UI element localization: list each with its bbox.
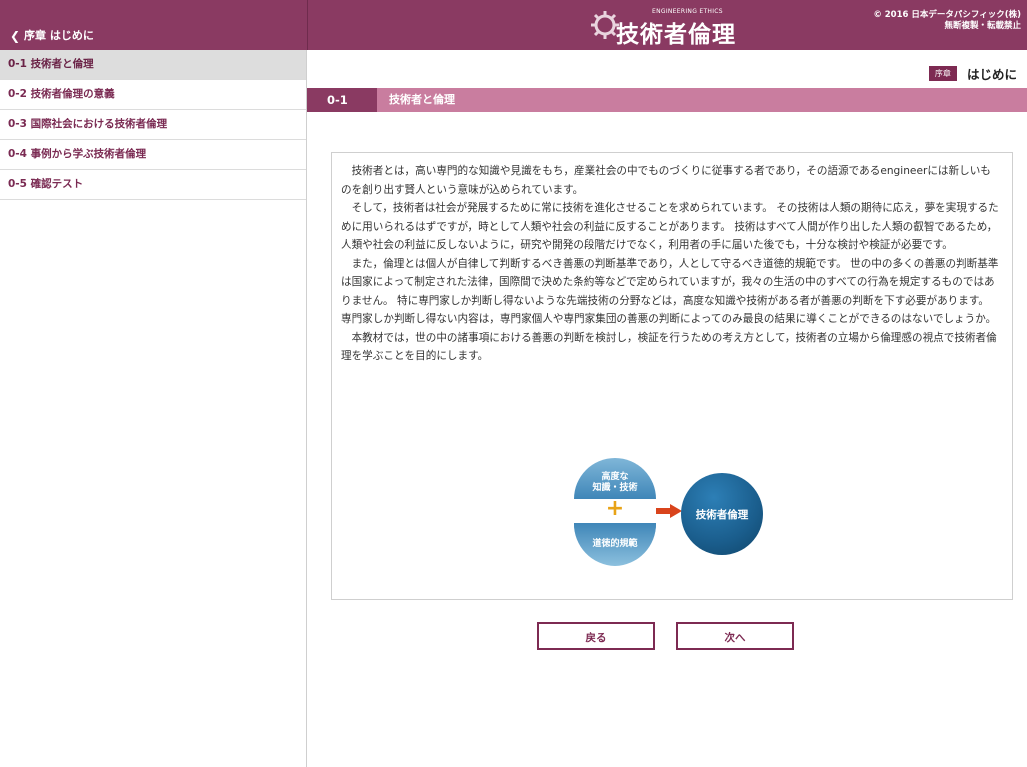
sidebar-item-0-5[interactable]: 0-5 確認テスト xyxy=(0,170,306,200)
logo: ENGINEERING ETHICS 技術者倫理 xyxy=(590,2,740,48)
sidebar-item-0-2[interactable]: 0-2 技術者倫理の意義 xyxy=(0,80,306,110)
chevron-left-icon: ❮ xyxy=(10,29,21,43)
back-to-chapter-button[interactable]: ❮ 序章 はじめに xyxy=(0,0,308,50)
chapter-heading: 序章 はじめに xyxy=(928,63,1017,82)
sidebar-item-0-1[interactable]: 0-1 技術者と倫理 xyxy=(0,50,306,80)
chapter-badge: 序章 xyxy=(928,66,957,81)
concept-diagram: 高度な 知識・技術 + 道徳的規範 技術者倫理 xyxy=(572,456,772,571)
paragraph: 本教材では，世の中の諸事項における善悪の判断を検討し，検証を行うための考え方とし… xyxy=(341,331,997,363)
sidebar: 0-1 技術者と倫理 0-2 技術者倫理の意義 0-3 国際社会における技術者倫… xyxy=(0,50,307,767)
section-title: 技術者と倫理 xyxy=(389,93,455,106)
copyright-notice: 無断複製・転載禁止 xyxy=(944,21,1021,31)
sidebar-item-0-4[interactable]: 0-4 事例から学ぶ技術者倫理 xyxy=(0,140,306,170)
paragraph: また，倫理とは個人が自律して判断するべき善悪の判断基準であり，人として守るべき道… xyxy=(341,257,999,326)
logo-title: 技術者倫理 xyxy=(616,22,736,48)
header-bar: ❮ 序章 はじめに ENGINEERING ETHICS 技術者倫理 © 201… xyxy=(0,0,1027,50)
section-header: 0-1 技術者と倫理 xyxy=(307,88,1027,112)
body-text: 技術者とは，高い専門的な知識や見識をもち，産業社会の中でものづくりに従事する者で… xyxy=(341,162,1001,366)
logo-subtitle: ENGINEERING ETHICS xyxy=(652,8,723,15)
back-label: 序章 はじめに xyxy=(24,29,94,42)
copyright: © 2016 日本データパシフィック(株) 無断複製・転載禁止 xyxy=(873,10,1021,32)
section-number: 0-1 xyxy=(307,88,377,112)
moral-norm-label: 道徳的規範 xyxy=(592,539,638,549)
plus-sign: + xyxy=(605,496,625,521)
engineering-ethics-circle: 技術者倫理 xyxy=(681,473,763,555)
next-button[interactable]: 次へ xyxy=(676,622,794,650)
copyright-line: © 2016 日本データパシフィック(株) xyxy=(873,10,1021,20)
sidebar-item-0-3[interactable]: 0-3 国際社会における技術者倫理 xyxy=(0,110,306,140)
paragraph: そして，技術者は社会が発展するために常に技術を進化させることを求められています。… xyxy=(341,202,999,251)
engineering-ethics-label: 技術者倫理 xyxy=(695,509,749,521)
back-button[interactable]: 戻る xyxy=(537,622,655,650)
knowledge-label: 高度な 知識・技術 xyxy=(592,472,638,493)
arrow-right-icon xyxy=(656,504,682,518)
content-panel: 技術者とは，高い専門的な知識や見識をもち，産業社会の中でものづくりに従事する者で… xyxy=(331,152,1013,600)
chapter-title: はじめに xyxy=(966,67,1017,82)
paragraph: 技術者とは，高い専門的な知識や見識をもち，産業社会の中でものづくりに従事する者で… xyxy=(341,165,991,196)
